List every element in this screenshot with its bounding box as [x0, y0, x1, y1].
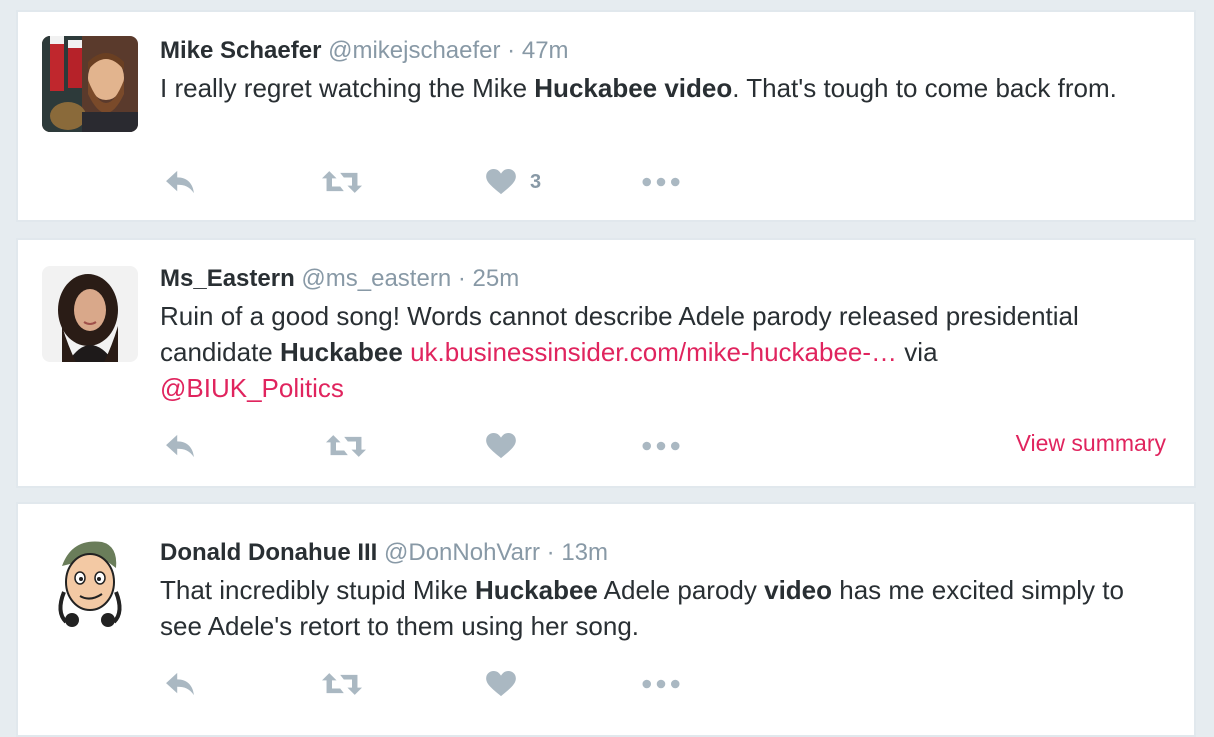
- retweet-button[interactable]: [322, 666, 362, 702]
- reply-button[interactable]: [164, 164, 196, 200]
- heart-icon: [486, 169, 516, 195]
- avatar-image: [42, 36, 138, 132]
- text-segment: Adele parody: [597, 575, 765, 605]
- text-segment: [403, 337, 410, 367]
- tweet-actions: [160, 666, 1172, 702]
- tweet-header: Donald Donahue III @DonNohVarr · 13m: [160, 538, 1172, 568]
- tweet-card[interactable]: Mike Schaefer @mikejschaefer · 47m I rea…: [16, 10, 1196, 222]
- text-segment: I really regret watching the Mike: [160, 73, 535, 103]
- tweet-header: Mike Schaefer @mikejschaefer · 47m: [160, 36, 1172, 66]
- timestamp[interactable]: 13m: [561, 539, 608, 566]
- retweet-icon: [322, 671, 362, 697]
- user-handle[interactable]: @mikejschaefer: [328, 37, 500, 64]
- highlighted-keyword: Huckabee: [279, 337, 403, 367]
- highlighted-keyword: Huckabee video: [534, 73, 733, 103]
- user-handle[interactable]: @ms_eastern: [301, 265, 451, 292]
- separator: ·: [540, 539, 562, 566]
- separator: ·: [451, 265, 473, 292]
- timestamp[interactable]: 47m: [522, 37, 569, 64]
- mention-link[interactable]: @BIUK_Politics: [160, 373, 344, 403]
- reply-icon: [164, 671, 196, 697]
- like-count: 3: [530, 170, 542, 193]
- separator: ·: [500, 37, 522, 64]
- user-name[interactable]: Donald Donahue III: [160, 539, 377, 566]
- like-button[interactable]: [486, 428, 516, 464]
- text-segment: via: [897, 337, 938, 367]
- timestamp[interactable]: 25m: [473, 265, 520, 292]
- text-segment: That incredibly stupid Mike: [160, 575, 476, 605]
- retweet-icon: [322, 169, 362, 195]
- article-link[interactable]: uk.businessinsider.com/mike-huckabee-…: [410, 337, 897, 367]
- tweet-actions: 3: [160, 164, 1172, 200]
- tweet-text: That incredibly stupid Mike Huckabee Ade…: [160, 572, 1172, 644]
- tweet-card[interactable]: Ms_Eastern @ms_eastern · 25m Ruin of a g…: [16, 238, 1196, 488]
- highlighted-keyword: video: [764, 575, 833, 605]
- view-summary-link[interactable]: View summary: [1016, 430, 1166, 457]
- text-segment: . That's tough to come back from.: [732, 73, 1117, 103]
- retweet-icon: [326, 433, 366, 459]
- highlighted-keyword: Huckabee: [475, 575, 598, 605]
- more-icon: [642, 441, 680, 451]
- user-handle[interactable]: @DonNohVarr: [384, 539, 540, 566]
- user-name[interactable]: Ms_Eastern: [160, 265, 295, 292]
- reply-icon: [164, 169, 196, 195]
- retweet-button[interactable]: [322, 164, 362, 200]
- like-button[interactable]: [486, 666, 516, 702]
- avatar-image: [42, 266, 138, 362]
- more-icon: [642, 679, 680, 689]
- more-icon: [642, 177, 680, 187]
- more-button[interactable]: [642, 666, 680, 702]
- tweet-text: Ruin of a good song! Words cannot descri…: [160, 298, 1172, 406]
- avatar[interactable]: [42, 532, 138, 628]
- heart-icon: [486, 433, 516, 459]
- user-name[interactable]: Mike Schaefer: [160, 37, 321, 64]
- more-button[interactable]: [642, 164, 680, 200]
- tweet-header: Ms_Eastern @ms_eastern · 25m: [160, 264, 1172, 294]
- avatar[interactable]: [42, 266, 138, 362]
- tweet-actions: View summary: [160, 428, 1172, 464]
- like-button[interactable]: 3: [486, 164, 541, 200]
- reply-button[interactable]: [164, 428, 196, 464]
- retweet-button[interactable]: [326, 428, 366, 464]
- reply-button[interactable]: [164, 666, 196, 702]
- more-button[interactable]: [642, 428, 680, 464]
- avatar[interactable]: [42, 36, 138, 132]
- tweet-text: I really regret watching the Mike Huckab…: [160, 70, 1172, 106]
- avatar-image: [42, 532, 138, 628]
- heart-icon: [486, 671, 516, 697]
- reply-icon: [164, 433, 196, 459]
- tweet-card[interactable]: Donald Donahue III @DonNohVarr · 13m Tha…: [16, 502, 1196, 737]
